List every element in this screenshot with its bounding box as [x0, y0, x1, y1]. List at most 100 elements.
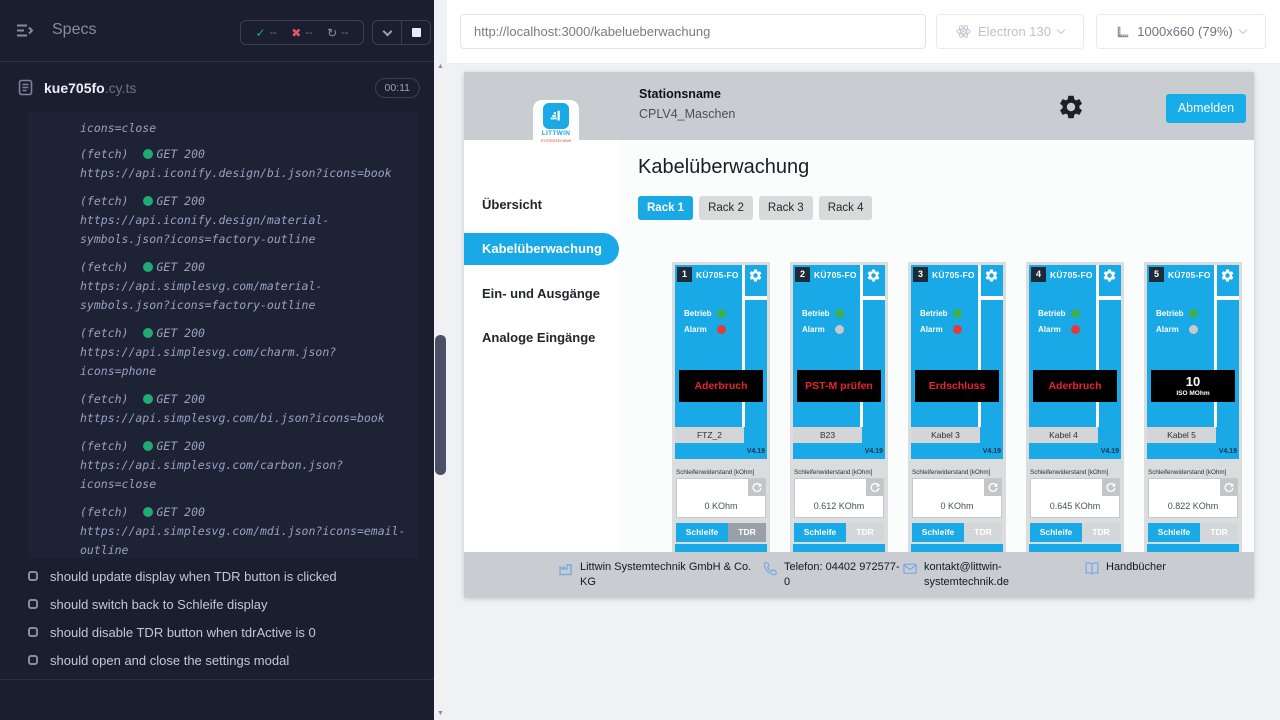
app-content: Kabelüberwachung Rack 1Rack 2Rack 3Rack … — [619, 140, 1254, 598]
refresh-button[interactable] — [748, 479, 765, 496]
card-divider-notch — [745, 296, 767, 300]
chevron-down-icon — [1057, 25, 1065, 33]
status-display: Erdschluss — [915, 370, 999, 402]
fetch-log-entry[interactable]: (fetch)GET 200https://api.iconify.design… — [80, 192, 410, 249]
refresh-button[interactable] — [1220, 479, 1237, 496]
schleife-button[interactable]: Schleife — [676, 523, 728, 542]
settings-gear-icon[interactable] — [1057, 93, 1085, 121]
email-icon — [902, 561, 918, 576]
device-card: 1 KÜ705-FO Betrieb Alarm Aderbruch FTZ_2… — [672, 262, 770, 570]
refresh-button[interactable] — [866, 479, 883, 496]
resistance-label: Schleifenwiderstand [kOhm] — [1148, 469, 1226, 476]
card-settings-icon[interactable] — [748, 268, 763, 283]
fetch-log-entry[interactable]: (fetch)GET 200https://api.iconify.design… — [80, 145, 410, 183]
sidebar-item-3[interactable]: Ein- und Ausgänge — [482, 286, 600, 301]
success-dot-icon — [143, 394, 153, 404]
fetch-log-entry[interactable]: (fetch)GET 200https://api.simplesvg.com/… — [80, 258, 410, 315]
scroll-down-arrow-icon[interactable]: ▼ — [434, 707, 447, 720]
firmware-version: V4.19 — [983, 448, 1001, 455]
fetch-log-entry[interactable]: (fetch)GET 200https://api.simplesvg.com/… — [80, 503, 410, 560]
command-log: icons=close (fetch)GET 200https://api.ic… — [28, 112, 418, 558]
status-unit: ISO MOhm — [1176, 389, 1209, 398]
refresh-button[interactable] — [1102, 479, 1119, 496]
stat-passed: ✓-- — [255, 26, 276, 40]
resistance-display: 0.612 KOhm — [794, 478, 884, 518]
card-divider-notch — [863, 296, 885, 300]
sidebar-item-1[interactable]: Übersicht — [482, 197, 542, 212]
station-name: CPLV4_Maschen — [639, 107, 735, 121]
card-number: 2 — [795, 267, 810, 282]
schleife-button[interactable]: Schleife — [1030, 523, 1082, 542]
test-stats[interactable]: ✓-- ✖-- ↻-- — [240, 20, 364, 45]
stop-button[interactable] — [401, 21, 430, 44]
fetch-log-list: (fetch)GET 200https://api.iconify.design… — [80, 145, 410, 560]
footer-manuals[interactable]: Handbücher — [1084, 560, 1166, 576]
spec-file-name: kue705fo.cy.ts — [44, 80, 136, 96]
tdr-button[interactable]: TDR — [1200, 523, 1238, 542]
tab-rack-3[interactable]: Rack 3 — [759, 196, 813, 220]
device-card: 5 KÜ705-FO Betrieb Alarm 10 ISO MOhm Kab… — [1144, 262, 1242, 570]
resistance-value: 0 KOhm — [677, 501, 765, 511]
betrieb-led — [1189, 309, 1198, 318]
test-state-icon — [28, 599, 38, 609]
browser-select[interactable]: Electron 130 — [936, 14, 1084, 49]
schleife-button[interactable]: Schleife — [1148, 523, 1200, 542]
tdr-button[interactable]: TDR — [846, 523, 884, 542]
fetch-log-entry[interactable]: (fetch)GET 200https://api.simplesvg.com/… — [80, 324, 410, 381]
logo-sub-text: SYSTEMTECHNIK — [535, 138, 576, 143]
cable-name: Kabel 5 — [1147, 427, 1216, 443]
tdr-button[interactable]: TDR — [964, 523, 1002, 542]
schleife-button[interactable]: Schleife — [912, 523, 964, 542]
betrieb-indicator: Betrieb — [920, 309, 962, 318]
sidebar-item-2[interactable]: Kabelüberwachung — [464, 233, 619, 265]
card-settings-icon[interactable] — [1102, 268, 1117, 283]
specs-label: Specs — [52, 21, 96, 39]
logout-button[interactable]: Abmelden — [1166, 94, 1246, 123]
resistance-label: Schleifenwiderstand [kOhm] — [794, 469, 872, 476]
refresh-button[interactable] — [984, 479, 1001, 496]
test-item[interactable]: should disable TDR button when tdrActive… — [0, 619, 434, 647]
tab-rack-2[interactable]: Rack 2 — [699, 196, 753, 220]
schleife-button[interactable]: Schleife — [794, 523, 846, 542]
tab-rack-1[interactable]: Rack 1 — [638, 196, 693, 220]
test-state-icon — [28, 627, 38, 637]
tdr-button[interactable]: TDR — [1082, 523, 1120, 542]
status-text: Aderbruch — [694, 380, 747, 392]
specs-menu-icon[interactable] — [16, 23, 36, 43]
test-item[interactable]: should update display when TDR button is… — [0, 563, 434, 591]
viewport-select[interactable]: 1000x660 (79%) — [1096, 14, 1266, 49]
tdr-button[interactable]: TDR — [728, 523, 766, 542]
card-settings-icon[interactable] — [1220, 268, 1235, 283]
resistance-value: 0.645 KOhm — [1031, 501, 1119, 511]
chevron-down-icon — [382, 26, 392, 36]
card-buttons: Schleife TDR — [676, 523, 766, 542]
footer-phone[interactable]: Telefon: 04402 972577-0 — [763, 560, 905, 590]
scrollbar-thumb[interactable] — [435, 335, 446, 475]
tab-rack-4[interactable]: Rack 4 — [819, 196, 873, 220]
phone-icon — [763, 561, 778, 576]
test-item[interactable]: should open and close the settings modal — [0, 647, 434, 675]
betrieb-indicator: Betrieb — [802, 309, 844, 318]
betrieb-indicator: Betrieb — [1156, 309, 1198, 318]
card-number: 1 — [677, 267, 692, 282]
fetch-log-entry[interactable]: (fetch)GET 200https://api.simplesvg.com/… — [80, 437, 410, 494]
spec-file-row[interactable]: kue705fo.cy.ts 00:11 — [0, 78, 434, 102]
scroll-up-arrow-icon[interactable]: ▲ — [434, 60, 447, 73]
card-buttons: Schleife TDR — [912, 523, 1002, 542]
footer-company: Littwin Systemtechnik GmbH & Co. KG — [558, 560, 758, 590]
sidebar-item-4[interactable]: Analoge Eingänge — [482, 330, 595, 345]
card-settings-icon[interactable] — [984, 268, 999, 283]
success-dot-icon — [143, 507, 153, 517]
test-item[interactable]: should switch back to Schleife display — [0, 591, 434, 619]
collapse-button[interactable] — [373, 21, 401, 44]
footer-email[interactable]: kontakt@littwin-systemtechnik.de — [902, 560, 1020, 590]
url-input[interactable] — [460, 14, 926, 49]
panel-scrollbar[interactable]: ▲ ▼ — [434, 60, 447, 720]
resistance-label: Schleifenwiderstand [kOhm] — [912, 469, 990, 476]
card-number: 3 — [913, 267, 928, 282]
card-settings-icon[interactable] — [866, 268, 881, 283]
book-icon — [1084, 561, 1100, 576]
fetch-log-entry[interactable]: (fetch)GET 200https://api.simplesvg.com/… — [80, 390, 410, 428]
status-display: PST-M prüfen — [797, 370, 881, 402]
stat-pending: ↻-- — [327, 26, 348, 40]
